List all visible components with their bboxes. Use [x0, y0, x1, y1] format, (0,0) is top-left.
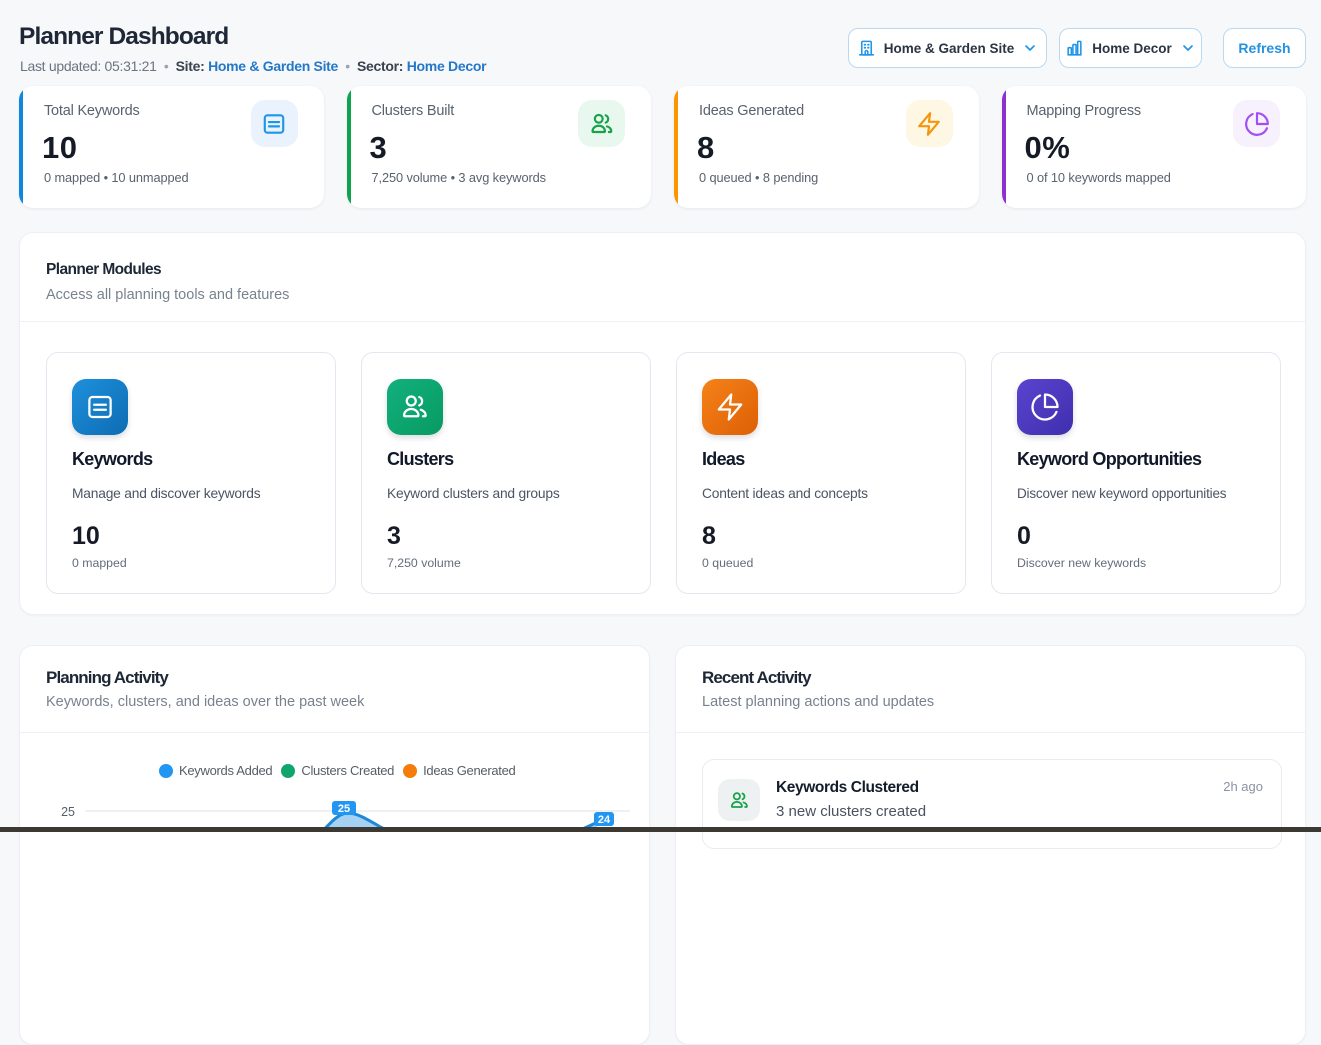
svg-text:25: 25 [61, 805, 75, 819]
svg-text:24: 24 [598, 814, 611, 826]
svg-text:25: 25 [338, 803, 350, 815]
